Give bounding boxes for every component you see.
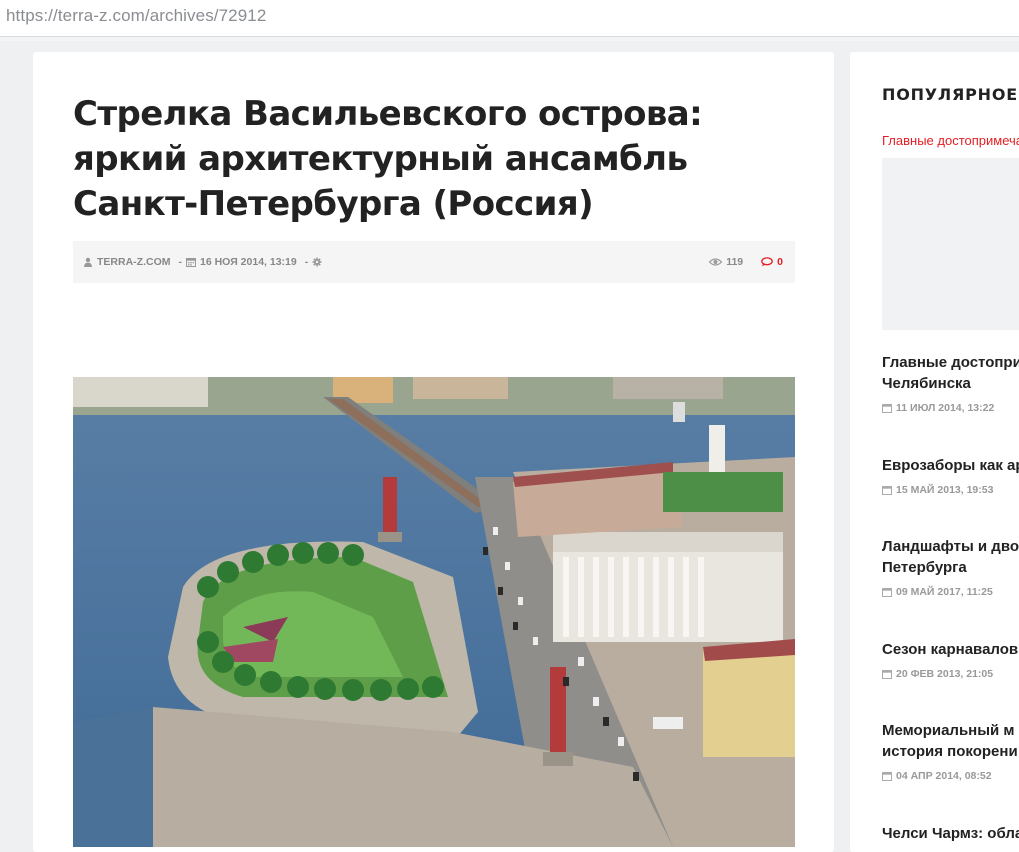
calendar-icon bbox=[882, 486, 892, 495]
toolbar-divider bbox=[0, 37, 1019, 41]
popular-post-title-line2[interactable]: история покорени bbox=[882, 741, 1019, 762]
views-counter: 119 bbox=[709, 256, 743, 268]
calendar-icon bbox=[882, 404, 892, 413]
comments-icon bbox=[761, 257, 774, 267]
views-count: 119 bbox=[726, 256, 744, 268]
popular-post-6[interactable]: Челси Чармз: обла bbox=[882, 823, 1019, 844]
popular-post-date: 20 ФЕВ 2013, 21:05 bbox=[896, 668, 994, 680]
sidebar-title: ПОПУЛЯРНОЕ bbox=[882, 85, 1018, 104]
comments-counter[interactable]: 0 bbox=[761, 256, 783, 268]
featured-post-link[interactable]: Главные достопримечательности Челябинска bbox=[882, 133, 1019, 148]
popular-post-4[interactable]: Сезон карнавалов 20 ФЕВ 2013, 21:05 bbox=[882, 639, 1019, 680]
calendar-icon bbox=[882, 772, 892, 781]
publish-date: 16 НОЯ 2014, 13:19 bbox=[200, 256, 297, 268]
popular-post-date: 09 МАЙ 2017, 11:25 bbox=[896, 586, 993, 598]
article-photo bbox=[73, 377, 795, 847]
meta-separator: - bbox=[304, 256, 309, 268]
popular-post-date: 04 АПР 2014, 08:52 bbox=[896, 770, 992, 782]
article-title: Стрелка Васильевского острова: яркий арх… bbox=[73, 94, 703, 224]
calendar-icon bbox=[186, 258, 196, 267]
popular-post-date: 15 МАЙ 2013, 19:53 bbox=[896, 484, 994, 496]
popular-post-date: 11 ИЮЛ 2014, 13:22 bbox=[896, 402, 995, 414]
popular-post-title-line1[interactable]: Главные достопри bbox=[882, 352, 1019, 373]
gear-icon[interactable] bbox=[312, 257, 322, 267]
featured-post-image[interactable] bbox=[882, 158, 1019, 330]
comments-count[interactable]: 0 bbox=[777, 256, 783, 268]
url-text[interactable]: https://terra-z.com/archives/72912 bbox=[6, 6, 266, 26]
popular-post-title-line1[interactable]: Мемориальный м bbox=[882, 720, 1019, 741]
article-meta-bar: TERRA-Z.COM - 16 НОЯ 2014, 13:19 - 119 0 bbox=[73, 241, 795, 283]
calendar-icon bbox=[882, 670, 892, 679]
popular-post-1[interactable]: Главные достопри Челябинска 11 ИЮЛ 2014,… bbox=[882, 352, 1019, 414]
date-meta: 16 НОЯ 2014, 13:19 bbox=[186, 256, 301, 268]
popular-post-3[interactable]: Ландшафты и дво Петербурга 09 МАЙ 2017, … bbox=[882, 536, 1019, 598]
popular-post-title-line1[interactable]: Еврозаборы как ар bbox=[882, 455, 1019, 476]
user-icon bbox=[84, 257, 92, 267]
popular-post-title-line1[interactable]: Сезон карнавалов bbox=[882, 639, 1019, 660]
popular-post-title-line1[interactable]: Челси Чармз: обла bbox=[882, 823, 1019, 844]
popular-post-5[interactable]: Мемориальный м история покорени 04 АПР 2… bbox=[882, 720, 1019, 782]
popular-post-title-line1[interactable]: Ландшафты и дво bbox=[882, 536, 1019, 557]
popular-sidebar: ПОПУЛЯРНОЕ Главные достопримечательности… bbox=[850, 52, 1019, 852]
calendar-icon bbox=[882, 588, 892, 597]
popular-post-2[interactable]: Еврозаборы как ар 15 МАЙ 2013, 19:53 bbox=[882, 455, 1019, 496]
browser-address-bar[interactable]: https://terra-z.com/archives/72912 bbox=[0, 0, 1019, 37]
popular-post-title-line2[interactable]: Петербурга bbox=[882, 557, 1019, 578]
popular-post-title-line2[interactable]: Челябинска bbox=[882, 373, 1019, 394]
author-name[interactable]: TERRA-Z.COM bbox=[97, 256, 171, 268]
eye-icon bbox=[709, 258, 723, 266]
article-card: Стрелка Васильевского острова: яркий арх… bbox=[33, 52, 834, 852]
author-meta[interactable]: TERRA-Z.COM bbox=[83, 256, 175, 268]
meta-separator: - bbox=[178, 256, 183, 268]
